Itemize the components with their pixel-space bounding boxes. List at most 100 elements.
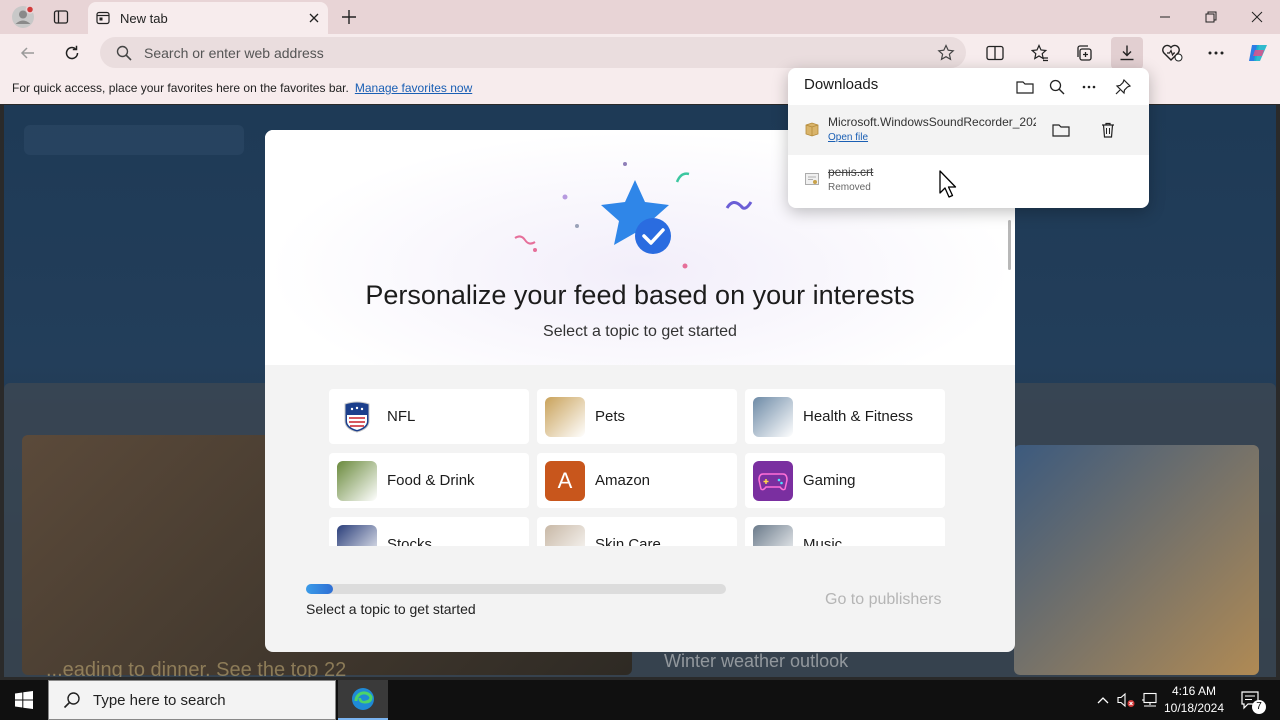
topic-tile[interactable]: Music <box>745 517 945 546</box>
background-headline: ...eading to dinner. See the top 22 <box>46 659 347 677</box>
show-in-folder-button[interactable] <box>1046 115 1076 145</box>
music-photo-icon <box>753 524 793 546</box>
topic-icon-letter: A <box>557 467 573 493</box>
topic-tile[interactable]: Pets <box>537 389 737 444</box>
volume-muted-icon <box>1117 692 1135 708</box>
show-hidden-icons-button[interactable] <box>1092 680 1114 720</box>
browser-essentials-button[interactable] <box>1156 37 1188 69</box>
topic-tile[interactable]: Skin Care <box>537 517 737 546</box>
close-tab-button[interactable] <box>300 4 328 32</box>
star-check-illustration-icon <box>514 162 753 269</box>
topic-label: Skin Care <box>595 536 661 546</box>
new-tab-button[interactable] <box>326 0 372 34</box>
search-downloads-button[interactable] <box>1042 72 1072 102</box>
favorites-button[interactable] <box>1024 37 1056 69</box>
progress-bar-fill <box>306 584 334 594</box>
close-icon <box>309 13 319 23</box>
tab-new-tab[interactable]: New tab <box>88 2 328 34</box>
notification-center-button[interactable]: 7 <box>1232 680 1268 720</box>
back-button[interactable] <box>12 37 44 69</box>
title-bar: New tab <box>0 0 1280 34</box>
pin-downloads-button[interactable] <box>1108 72 1138 102</box>
plus-icon <box>342 10 356 24</box>
tab-actions-icon <box>53 10 69 24</box>
delete-download-button[interactable] <box>1093 115 1123 145</box>
windows-logo-icon <box>15 691 33 709</box>
taskbar-search-box[interactable]: Type here to search <box>48 680 336 720</box>
minimize-button[interactable] <box>1142 0 1188 34</box>
progress-bar <box>306 584 726 594</box>
downloads-flyout: Downloads Microsoft.WindowsSoundRecorder… <box>788 68 1149 208</box>
more-options-icon <box>1082 85 1096 89</box>
topic-label: Health & Fitness <box>803 408 914 425</box>
split-screen-icon <box>986 45 1004 61</box>
tab-actions-button[interactable] <box>38 0 84 34</box>
download-item[interactable]: penis.crt Removed <box>788 155 1149 205</box>
notification-count-badge: 7 <box>1252 700 1266 714</box>
topic-label: Food & Drink <box>387 472 475 489</box>
start-button[interactable] <box>0 680 48 720</box>
refresh-button[interactable] <box>56 37 88 69</box>
download-filename: penis.crt <box>828 165 874 179</box>
open-downloads-folder-button[interactable] <box>1010 72 1040 102</box>
profile-icon <box>12 5 35 28</box>
dialog-scrollbar[interactable] <box>1008 220 1011 270</box>
skincare-photo-icon <box>545 524 585 546</box>
network-button[interactable] <box>1138 680 1162 720</box>
topic-tile[interactable]: NFL <box>329 389 529 444</box>
network-ethernet-icon <box>1142 692 1157 707</box>
personalize-feed-dialog: Personalize your feed based on your inte… <box>265 130 1015 652</box>
topic-label: Music <box>803 536 843 546</box>
package-file-icon <box>805 122 819 137</box>
taskbar-clock[interactable]: 4:16 AM 10/18/2024 <box>1162 683 1226 717</box>
amazon-letter-icon: A <box>545 460 585 501</box>
background-side-card <box>1014 445 1259 675</box>
go-to-publishers-button[interactable]: Go to publishers <box>825 591 942 609</box>
folder-icon <box>1016 81 1034 94</box>
windows-taskbar: Type here to search 4:16 AM 10/18/2024 7 <box>0 680 1280 720</box>
edge-logo-icon <box>352 688 374 710</box>
downloads-more-options-button[interactable] <box>1074 72 1104 102</box>
restore-icon <box>1205 11 1217 23</box>
favorites-bar-hint: For quick access, place your favorites h… <box>12 81 349 95</box>
topic-tile[interactable]: Health & Fitness <box>745 389 945 444</box>
taskbar-edge-app[interactable] <box>338 680 388 720</box>
star-plus-icon <box>937 43 955 60</box>
download-item[interactable]: Microsoft.WindowsSoundRecorder_202 Open … <box>788 105 1149 155</box>
collections-icon <box>1077 45 1092 61</box>
pin-icon <box>1115 79 1131 95</box>
topic-tile[interactable]: Gaming <box>745 453 945 508</box>
downloads-button[interactable] <box>1111 37 1143 69</box>
topic-tile[interactable]: Stocks <box>329 517 529 546</box>
add-favorite-button[interactable] <box>926 38 966 68</box>
fitness-photo-icon <box>753 396 793 437</box>
stocks-photo-icon <box>337 524 377 546</box>
topic-grid: NFL Pets Health & Fitness Food & Drink A Amaz… <box>329 389 949 546</box>
folder-icon <box>1052 124 1070 137</box>
close-icon <box>1251 11 1263 23</box>
trash-icon <box>1102 122 1114 138</box>
copilot-button[interactable] <box>1242 37 1274 69</box>
volume-button[interactable] <box>1115 680 1137 720</box>
clock-date: 10/18/2024 <box>1163 701 1225 715</box>
progress-label: Select a topic to get started <box>306 601 476 617</box>
mouse-cursor-icon <box>939 170 957 198</box>
address-bar[interactable]: Search or enter web address <box>100 37 966 68</box>
download-filename: Microsoft.WindowsSoundRecorder_202 <box>828 115 1036 129</box>
manage-favorites-link[interactable]: Manage favorites now <box>355 81 472 95</box>
refresh-icon <box>65 45 79 60</box>
open-file-link[interactable]: Open file <box>828 132 868 143</box>
close-window-button[interactable] <box>1234 0 1280 34</box>
settings-and-more-button[interactable] <box>1200 37 1232 69</box>
dialog-subtitle: Select a topic to get started <box>543 323 737 340</box>
split-screen-button[interactable] <box>979 37 1011 69</box>
collections-button[interactable] <box>1068 37 1100 69</box>
topic-tile[interactable]: A Amazon <box>537 453 737 508</box>
navigation-bar: Search or enter web address <box>0 34 1280 72</box>
background-headline-right: Winter weather outlook <box>664 651 849 671</box>
dialog-title: Personalize your feed based on your inte… <box>365 280 915 310</box>
topic-tile[interactable]: Food & Drink <box>329 453 529 508</box>
taskbar-search-placeholder: Type here to search <box>93 691 226 709</box>
restore-button[interactable] <box>1188 0 1234 34</box>
address-placeholder: Search or enter web address <box>144 44 324 61</box>
